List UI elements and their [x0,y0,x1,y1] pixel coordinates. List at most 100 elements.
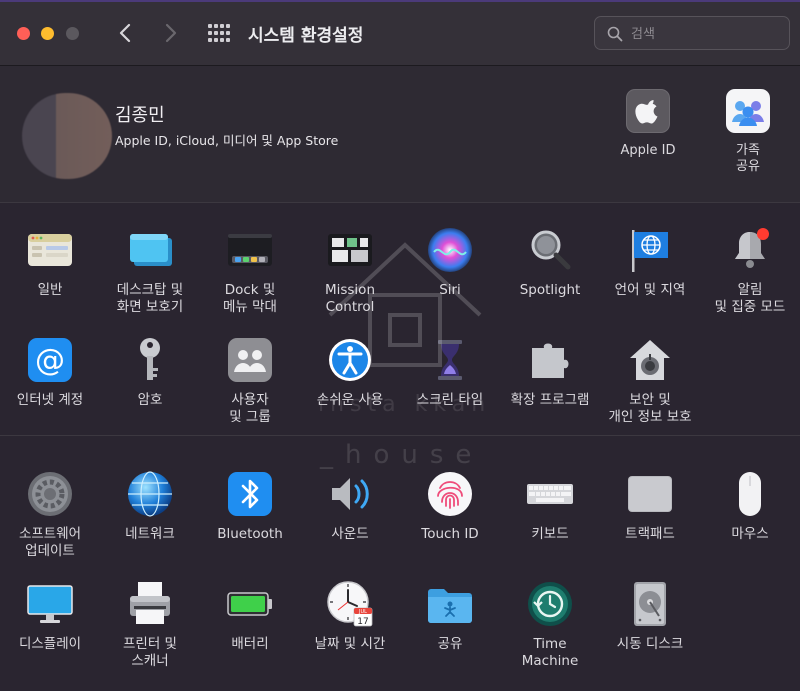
pref-label: 사용자 및 그룹 [229,392,271,425]
search-input[interactable] [629,23,783,45]
clock-calendar-icon: JUL 17 [326,580,374,628]
search-box[interactable] [594,16,790,50]
pref-label: 언어 및 지역 [614,282,686,298]
pref-extensions[interactable]: 확장 프로그램 [500,336,600,409]
pref-displays[interactable]: 디스플레이 [0,580,100,653]
watermark-text-top: insta kkan [318,392,492,417]
pref-keyboard[interactable]: 키보드 [500,470,600,543]
time-machine-icon [526,580,574,628]
battery-icon [226,580,274,628]
search-icon [607,26,623,42]
pref-apple-id[interactable]: Apple ID [598,89,698,159]
pref-notifications-focus[interactable]: 알림 및 집중 모드 [700,226,800,316]
chevron-right-icon [165,23,177,43]
gear-icon [26,470,74,518]
monitor-icon [26,580,74,628]
pref-security-privacy[interactable]: 보안 및 개인 정보 보호 [600,336,700,426]
pref-bluetooth[interactable]: Bluetooth [200,470,300,543]
family-sharing-icon [726,89,770,133]
pref-label: 마우스 [731,526,769,542]
pref-network[interactable]: 네트워크 [100,470,200,543]
folder-share-icon [426,580,474,628]
keyboard-icon [526,470,574,518]
pref-label: 네트워크 [125,526,175,542]
apple-id-label: Apple ID [620,143,676,158]
minimize-window-button[interactable] [41,27,54,40]
pref-battery[interactable]: 배터리 [200,580,300,653]
window-top-edge [0,0,800,2]
pref-sound[interactable]: 사운드 [300,470,400,543]
pref-passwords[interactable]: 암호 [100,336,200,409]
at-sign-icon: @ [26,336,74,384]
pref-general[interactable]: 일반 [0,226,100,299]
hard-disk-icon [626,580,674,628]
pref-label: 트랙패드 [625,526,675,542]
pref-mouse[interactable]: 마우스 [700,470,800,543]
pref-desktop-screensaver[interactable]: 데스크탑 및 화면 보호기 [100,226,200,316]
watermark-text-bottom: _house [320,440,484,470]
siri-icon [426,226,474,274]
pref-trackpad[interactable]: 트랙패드 [600,470,700,543]
pref-users-groups[interactable]: 사용자 및 그룹 [200,336,300,426]
pref-label: 사운드 [331,526,369,542]
speaker-icon [326,470,374,518]
pref-time-machine[interactable]: Time Machine [500,580,600,670]
pref-label: 데스크탑 및 화면 보호기 [116,282,184,315]
dock-icon [226,226,274,274]
account-name: 김종민 [115,105,165,126]
zoom-window-button[interactable] [66,27,79,40]
grid-icon [208,24,230,42]
pref-software-update[interactable]: 소프트웨어 업데이트 [0,470,100,560]
apple-logo-icon [626,89,670,133]
pref-label: 알림 및 집중 모드 [714,282,786,315]
pref-printers-scanners[interactable]: 프린터 및 스캐너 [100,580,200,670]
show-all-button[interactable] [206,22,232,44]
calendar-day: 17 [357,617,368,627]
mission-control-icon [326,226,374,274]
fingerprint-icon [426,470,474,518]
house-lock-icon [626,336,674,384]
bluetooth-icon [226,470,274,518]
pref-label: 프린터 및 스캐너 [123,636,177,669]
back-button[interactable] [113,20,137,46]
pref-label: Siri [439,282,461,298]
desktop-screensaver-icon [126,226,174,274]
flag-globe-icon [626,226,674,274]
pref-language-region[interactable]: 언어 및 지역 [600,226,700,299]
pref-dock-menubar[interactable]: Dock 및 메뉴 막대 [200,226,300,316]
key-icon [126,336,174,384]
pref-touch-id[interactable]: Touch ID [400,470,500,543]
close-window-button[interactable] [17,27,30,40]
magnifier-icon [526,226,574,274]
pref-label: 날짜 및 시간 [314,636,386,652]
pref-label: 공유 [437,636,463,652]
pref-spotlight[interactable]: Spotlight [500,226,600,299]
account-subtitle: Apple ID, iCloud, 미디어 및 App Store [115,133,339,148]
pref-date-time[interactable]: JUL 17 날짜 및 시간 [300,580,400,653]
pref-label: 암호 [137,392,163,408]
pref-startup-disk[interactable]: 시동 디스크 [600,580,700,653]
pref-label: Spotlight [519,282,581,298]
pref-label: Bluetooth [217,526,283,542]
pref-label: Touch ID [421,526,479,542]
pref-family-sharing[interactable]: 가족 공유 [698,89,798,175]
pref-mission-control[interactable]: Mission Control [300,226,400,316]
printer-icon [126,580,174,628]
pref-sharing[interactable]: 공유 [400,580,500,653]
pref-label: 보안 및 개인 정보 보호 [608,392,692,425]
pref-label: 시동 디스크 [616,636,684,652]
window-title: 시스템 환경설정 [248,26,364,46]
avatar[interactable] [22,93,112,179]
pref-internet-accounts[interactable]: @ 인터넷 계정 [0,336,100,409]
pref-label: Mission Control [324,282,376,315]
svg-text:@: @ [35,343,65,378]
accessibility-icon [326,336,374,384]
hourglass-icon [426,336,474,384]
bell-icon [726,226,774,274]
calendar-month: JUL [358,609,367,615]
puzzle-piece-icon [526,336,574,384]
trackpad-icon [626,470,674,518]
account-section: 김종민 Apple ID, iCloud, 미디어 및 App Store Ap… [0,66,800,203]
forward-button[interactable] [159,20,183,46]
pref-siri[interactable]: Siri [400,226,500,299]
